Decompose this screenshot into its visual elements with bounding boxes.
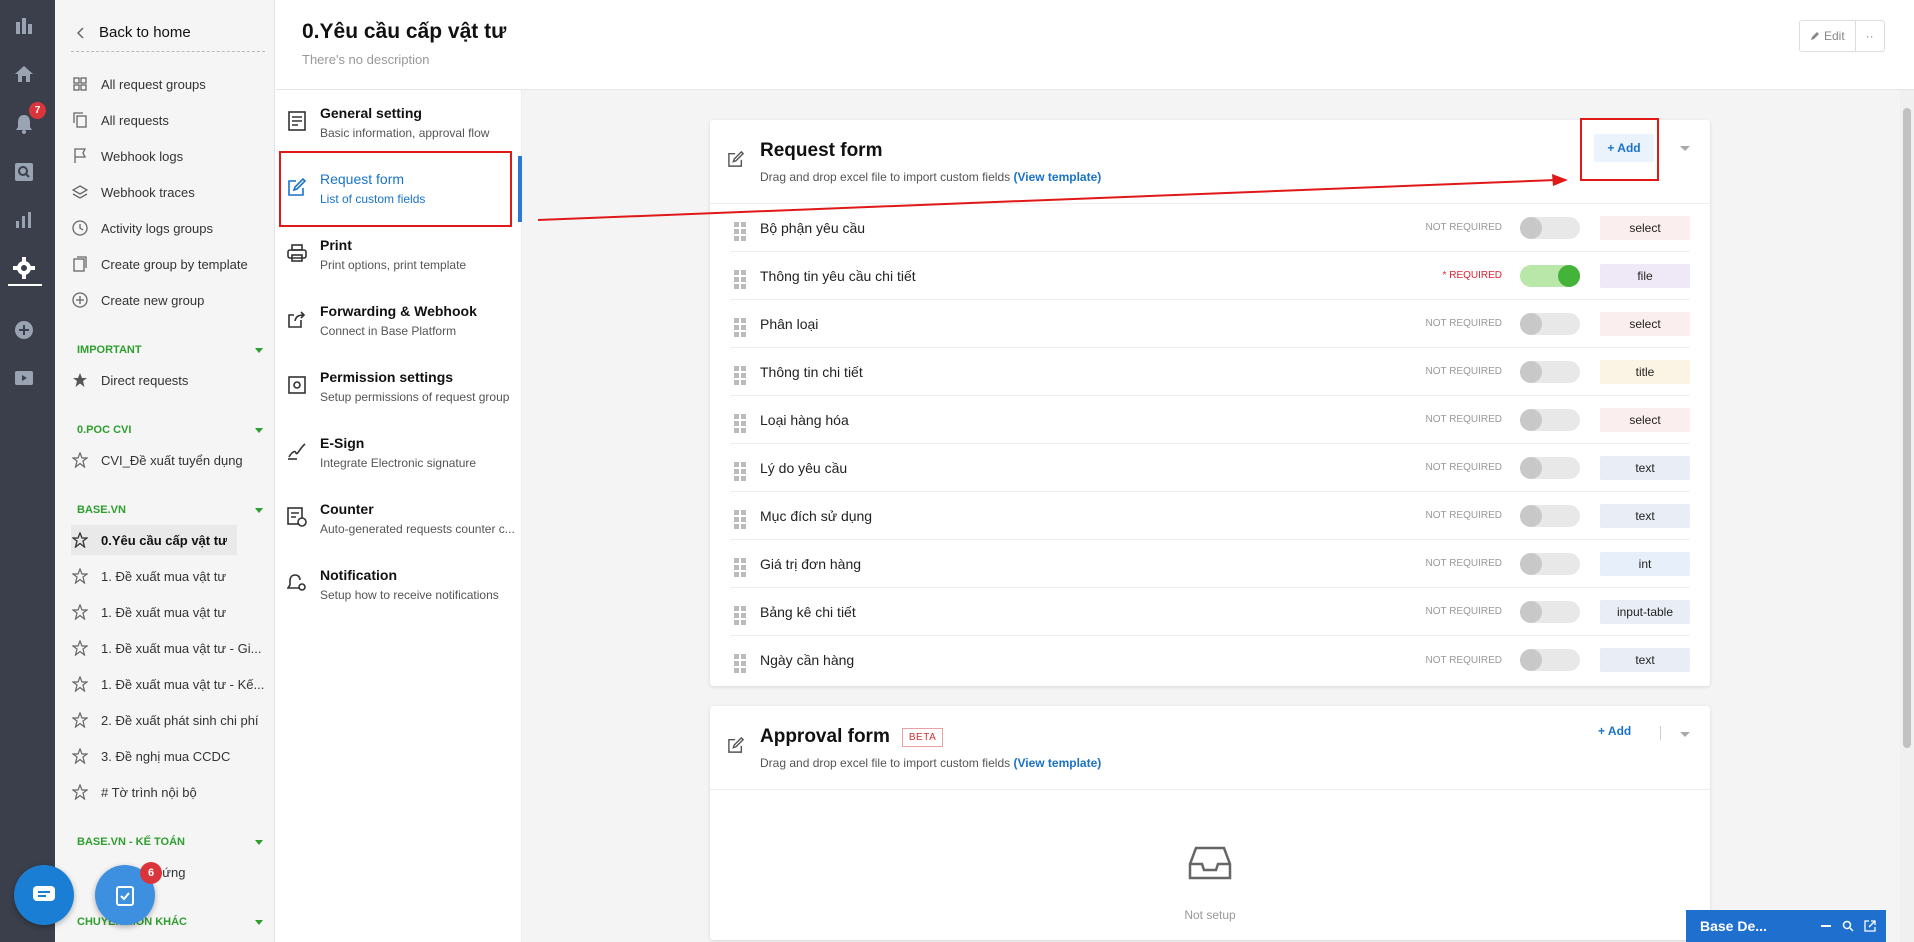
annotation-arrow: [537, 174, 1568, 221]
